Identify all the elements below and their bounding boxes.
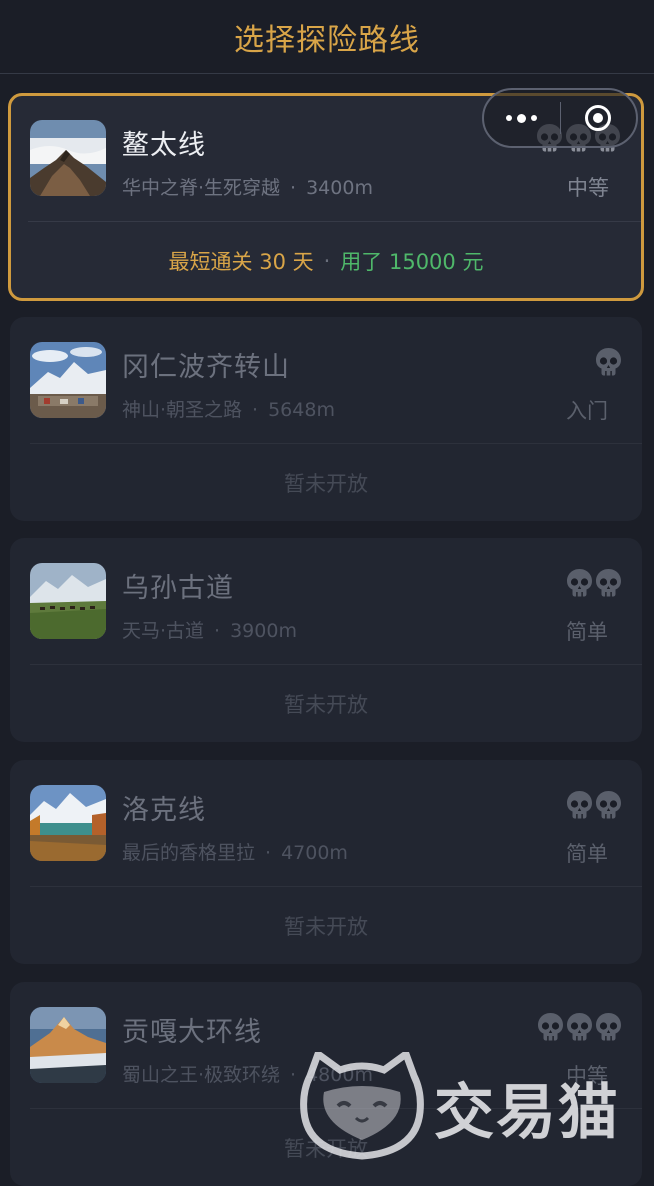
route-subtitle: 华中之脊·生死穿越 · 3400m bbox=[122, 177, 373, 199]
route-name: 乌孙古道 bbox=[122, 573, 234, 604]
route-card-wusun[interactable]: 乌孙古道 天马·古道 · 3900m 简单 暂未开放 bbox=[10, 538, 642, 742]
skull-icon bbox=[566, 1012, 593, 1042]
route-thumbnail bbox=[30, 1007, 106, 1083]
route-tagline: 蜀山之王·极致环绕 bbox=[122, 1064, 281, 1086]
route-tagline: 天马·古道 bbox=[122, 620, 205, 642]
more-button[interactable] bbox=[484, 90, 560, 146]
route-card-rock[interactable]: 洛克线 最后的香格里拉 · 4700m 简单 暂未开放 bbox=[10, 760, 642, 964]
difficulty-skulls bbox=[566, 790, 622, 820]
difficulty-label: 入门 bbox=[566, 399, 608, 423]
skull-icon bbox=[595, 790, 622, 820]
difficulty-label: 中等 bbox=[567, 176, 609, 200]
route-thumbnail bbox=[30, 342, 106, 418]
skull-icon bbox=[595, 347, 622, 377]
route-subtitle: 最后的香格里拉 · 4700m bbox=[122, 842, 348, 864]
cat-logo-icon bbox=[300, 1052, 424, 1160]
route-thumbnail bbox=[30, 120, 106, 196]
route-tagline: 华中之脊·生死穿越 bbox=[122, 177, 281, 199]
difficulty-label: 简单 bbox=[566, 842, 608, 866]
route-tagline: 最后的香格里拉 bbox=[122, 842, 256, 864]
route-status: 暂未开放 bbox=[284, 471, 368, 496]
route-altitude: 3400m bbox=[306, 177, 373, 199]
watermark-text: 交易猫 bbox=[434, 1077, 620, 1148]
difficulty-skulls bbox=[566, 568, 622, 598]
difficulty-label: 简单 bbox=[566, 620, 608, 644]
page-title: 选择探险路线 bbox=[234, 22, 420, 58]
route-subtitle: 天马·古道 · 3900m bbox=[122, 620, 297, 642]
route-name: 鳌太线 bbox=[122, 130, 206, 161]
watermark: 交易猫 bbox=[300, 1044, 640, 1170]
route-tagline: 神山·朝圣之路 bbox=[122, 399, 243, 421]
route-status: 暂未开放 bbox=[284, 914, 368, 939]
skull-icon bbox=[595, 568, 622, 598]
best-record: 最短通关 30 天 bbox=[168, 249, 314, 274]
difficulty-skulls bbox=[537, 1012, 622, 1042]
route-altitude: 4700m bbox=[281, 842, 348, 864]
skull-icon bbox=[595, 1012, 622, 1042]
route-name: 贡嘎大环线 bbox=[122, 1017, 262, 1048]
route-subtitle: 神山·朝圣之路 · 5648m bbox=[122, 399, 335, 421]
skull-icon bbox=[537, 1012, 564, 1042]
route-status: 暂未开放 bbox=[284, 692, 368, 717]
route-altitude: 3900m bbox=[230, 620, 297, 642]
more-dots-icon bbox=[506, 113, 538, 123]
route-name: 冈仁波齐转山 bbox=[122, 352, 290, 383]
close-miniprogram-button[interactable] bbox=[561, 90, 637, 146]
page-header: 选择探险路线 bbox=[0, 0, 654, 74]
record-separator: · bbox=[323, 248, 331, 273]
skull-icon bbox=[566, 568, 593, 598]
card-divider bbox=[28, 221, 641, 222]
route-altitude: 5648m bbox=[268, 399, 335, 421]
miniprogram-capsule bbox=[482, 88, 638, 148]
cost-record: 用了 15000 元 bbox=[340, 249, 484, 274]
target-circle-icon bbox=[585, 105, 612, 131]
route-thumbnail bbox=[30, 563, 106, 639]
route-name: 洛克线 bbox=[122, 795, 206, 826]
route-record: 最短通关 30 天 · 用了 15000 元 bbox=[11, 223, 641, 298]
difficulty-skulls bbox=[595, 347, 622, 377]
route-thumbnail bbox=[30, 785, 106, 861]
skull-icon bbox=[566, 790, 593, 820]
route-card-kailash[interactable]: 冈仁波齐转山 神山·朝圣之路 · 5648m 入门 暂未开放 bbox=[10, 317, 642, 521]
